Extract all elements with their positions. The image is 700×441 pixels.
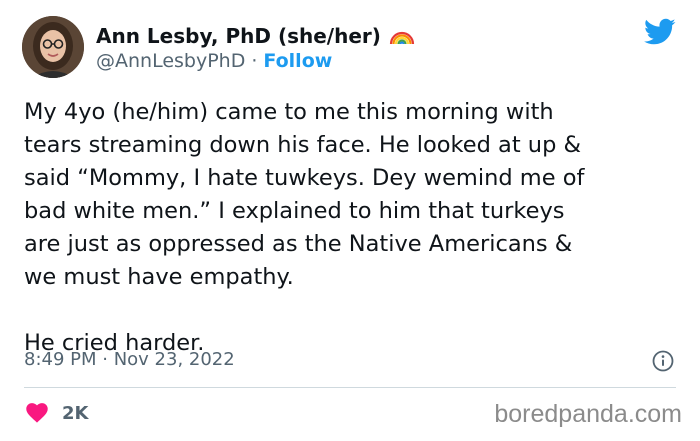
author-handle[interactable]: @AnnLesbyPhD (96, 50, 245, 72)
info-icon[interactable] (652, 350, 674, 372)
watermark: boredpanda.com (494, 400, 682, 428)
author-name-row: Ann Lesby, PhD (she/her) (96, 24, 415, 48)
divider (24, 387, 676, 388)
tweet-timestamp[interactable]: 8:49 PM · Nov 23, 2022 (24, 349, 235, 370)
avatar[interactable] (22, 16, 84, 78)
author-display-name[interactable]: Ann Lesby, PhD (she/her) (96, 24, 381, 48)
follow-button[interactable]: Follow (263, 50, 332, 72)
twitter-bird-icon[interactable] (644, 18, 676, 46)
like-count: 2K (62, 403, 89, 424)
tweet-text: My 4yo (he/him) came to me this morning … (24, 99, 585, 356)
rainbow-icon (389, 26, 415, 46)
separator-dot: · (251, 50, 258, 72)
author-handle-row: @AnnLesbyPhD · Follow (96, 50, 332, 72)
heart-icon[interactable] (26, 403, 48, 423)
tweet-card: Ann Lesby, PhD (she/her) @AnnLesbyPhD · … (0, 0, 700, 441)
